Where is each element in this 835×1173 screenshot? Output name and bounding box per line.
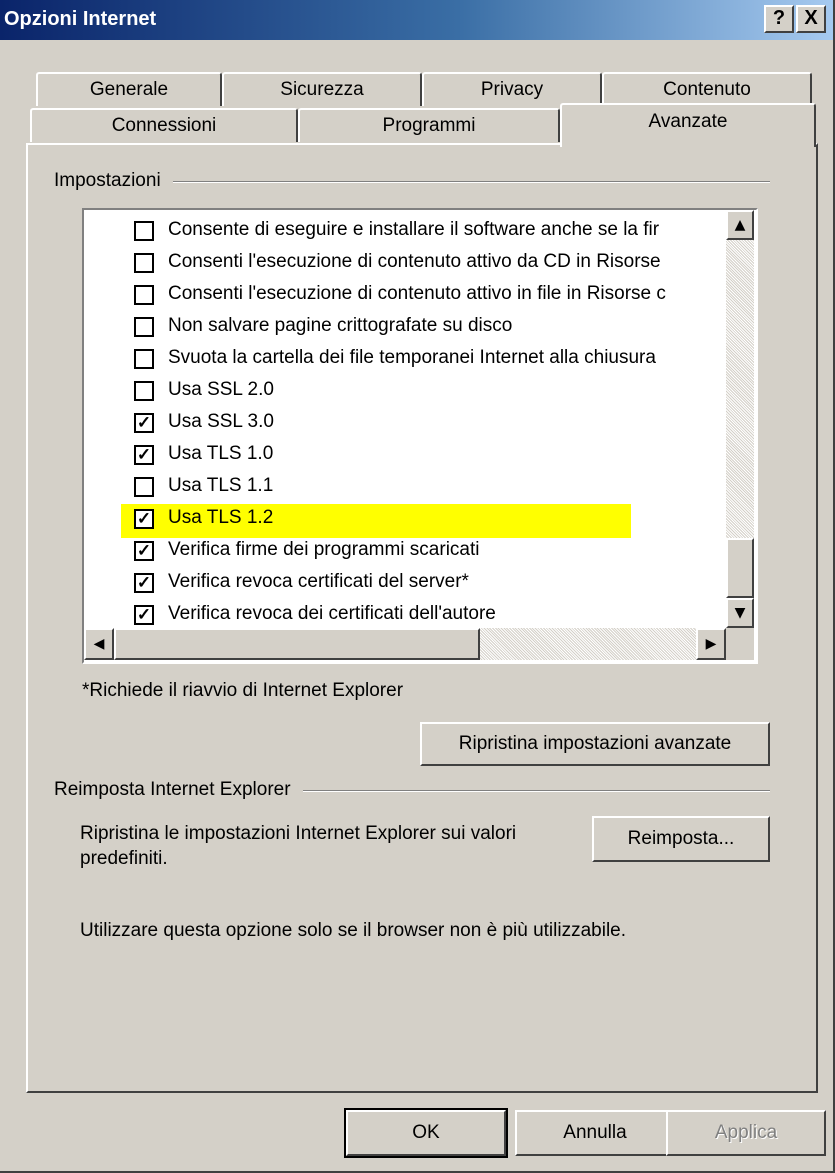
setting-checkbox[interactable]	[134, 253, 154, 273]
tab-connessioni[interactable]: Connessioni	[30, 108, 298, 142]
close-button[interactable]: X	[796, 5, 826, 33]
setting-label: Non salvare pagine crittografate su disc…	[168, 315, 513, 336]
setting-label: Verifica revoca certificati del server*	[168, 571, 469, 592]
setting-checkbox[interactable]	[134, 381, 154, 401]
window-title: Opzioni Internet	[4, 8, 157, 30]
setting-checkbox[interactable]	[134, 349, 154, 369]
reset-description: Ripristina le impostazioni Internet Expl…	[80, 823, 517, 844]
reset-description-line2: predefiniti.	[80, 848, 168, 869]
tab-contenuto[interactable]: Contenuto	[602, 72, 812, 106]
scroll-thumb-horizontal[interactable]	[114, 628, 480, 660]
setting-checkbox[interactable]: ✓	[134, 605, 154, 625]
vertical-scrollbar[interactable]: ▲ ▼	[726, 210, 754, 628]
settings-list: Consente di eseguire e installare il sof…	[84, 210, 724, 628]
scroll-up-icon[interactable]: ▲	[726, 210, 754, 240]
setting-item[interactable]: Svuota la cartella dei file temporanei I…	[84, 344, 724, 374]
restore-advanced-button[interactable]: Ripristina impostazioni avanzate	[420, 722, 770, 766]
tab-programmi[interactable]: Programmi	[298, 108, 560, 142]
cancel-button[interactable]: Annulla	[515, 1110, 675, 1156]
setting-item[interactable]: Consenti l'esecuzione di contenuto attiv…	[84, 280, 724, 310]
setting-label: Svuota la cartella dei file temporanei I…	[168, 347, 656, 368]
setting-item[interactable]: Non salvare pagine crittografate su disc…	[84, 312, 724, 342]
setting-label: Usa TLS 1.1	[168, 475, 274, 496]
setting-checkbox[interactable]: ✓	[134, 413, 154, 433]
title-bar[interactable]: Opzioni Internet ? X	[0, 0, 833, 40]
setting-checkbox[interactable]: ✓	[134, 445, 154, 465]
settings-group-title: Impostazioni	[54, 170, 173, 192]
setting-item[interactable]: ✓ Usa TLS 1.0	[84, 440, 724, 470]
scroll-left-icon[interactable]: ◀	[84, 628, 114, 660]
setting-checkbox[interactable]: ✓	[134, 573, 154, 593]
setting-label: Verifica firme dei programmi scaricati	[168, 539, 480, 560]
setting-item[interactable]: Usa SSL 2.0	[84, 376, 724, 406]
tab-generale[interactable]: Generale	[36, 72, 222, 106]
setting-label: Verifica revoca dei certificati dell'aut…	[168, 603, 496, 624]
scroll-down-icon[interactable]: ▼	[726, 598, 754, 628]
setting-item[interactable]: ✓ Verifica revoca dei certificati dell'au…	[84, 600, 724, 628]
setting-item[interactable]: Usa TLS 1.1	[84, 472, 724, 502]
scroll-right-icon[interactable]: ▶	[696, 628, 726, 660]
ok-button[interactable]: OK	[344, 1108, 508, 1158]
setting-label: Usa SSL 2.0	[168, 379, 274, 400]
setting-checkbox[interactable]	[134, 285, 154, 305]
setting-label: Usa TLS 1.2	[168, 507, 274, 528]
setting-item[interactable]: ✓ Usa SSL 3.0	[84, 408, 724, 438]
setting-checkbox[interactable]	[134, 317, 154, 337]
setting-item[interactable]: ✓ Usa TLS 1.2	[84, 504, 724, 538]
tab-avanzate[interactable]: Avanzate	[560, 103, 816, 147]
scroll-corner	[726, 628, 754, 660]
setting-label: Consente di eseguire e installare il sof…	[168, 219, 660, 240]
setting-label: Usa SSL 3.0	[168, 411, 274, 432]
reset-warning: Utilizzare questa opzione solo se il bro…	[80, 920, 627, 941]
help-button[interactable]: ?	[764, 5, 794, 33]
setting-checkbox[interactable]	[134, 477, 154, 497]
setting-checkbox[interactable]: ✓	[134, 509, 154, 529]
dialog-window: Opzioni Internet ? X Generale Sicurezza …	[0, 0, 835, 1173]
scroll-thumb-vertical[interactable]	[726, 538, 754, 598]
setting-checkbox[interactable]: ✓	[134, 541, 154, 561]
setting-label: Consenti l'esecuzione di contenuto attiv…	[168, 251, 661, 272]
setting-checkbox[interactable]	[134, 221, 154, 241]
setting-item[interactable]: Consenti l'esecuzione di contenuto attiv…	[84, 248, 724, 278]
tab-privacy[interactable]: Privacy	[422, 72, 602, 106]
tab-sicurezza[interactable]: Sicurezza	[222, 72, 422, 106]
reset-group-title: Reimposta Internet Explorer	[54, 779, 303, 801]
setting-item[interactable]: ✓ Verifica revoca certificati del server*	[84, 568, 724, 598]
setting-label: Consenti l'esecuzione di contenuto attiv…	[168, 283, 666, 304]
setting-item[interactable]: ✓ Verifica firme dei programmi scaricati	[84, 536, 724, 566]
horizontal-scrollbar[interactable]: ◀ ▶	[84, 628, 726, 660]
setting-label: Usa TLS 1.0	[168, 443, 274, 464]
setting-item[interactable]: Consente di eseguire e installare il sof…	[84, 216, 724, 246]
apply-button[interactable]: Applica	[666, 1110, 826, 1156]
settings-listbox[interactable]: Consente di eseguire e installare il sof…	[82, 208, 758, 664]
reset-button[interactable]: Reimposta...	[592, 816, 770, 862]
restart-note: *Richiede il riavvio di Internet Explore…	[82, 680, 404, 701]
